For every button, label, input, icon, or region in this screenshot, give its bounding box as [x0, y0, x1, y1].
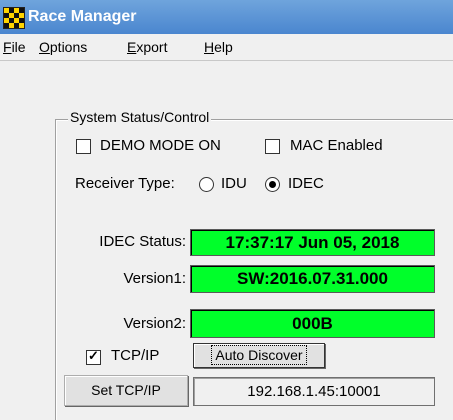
tcpip-label[interactable]: TCP/IP [111, 347, 159, 364]
menu-export-hotkey: E [127, 39, 137, 55]
ip-address-field[interactable]: 192.168.1.45:10001 [193, 377, 435, 406]
menu-export-rest: xport [136, 39, 168, 55]
receiver-type-label: Receiver Type: [75, 175, 175, 192]
idec-status-display: 17:37:17 Jun 05, 2018 [190, 229, 435, 256]
menu-export[interactable]: Export [127, 39, 167, 55]
mac-enabled-label[interactable]: MAC Enabled [290, 137, 383, 154]
version2-value: 000B [292, 314, 333, 333]
title-bar[interactable]: Race Manager [0, 0, 453, 34]
menu-help-hotkey: H [204, 39, 215, 55]
auto-discover-label: Auto Discover [211, 345, 307, 365]
idec-status-label: IDEC Status: [99, 233, 186, 250]
set-tcpip-button[interactable]: Set TCP/IP [64, 375, 188, 406]
menu-bar: File Options Export Help [0, 34, 453, 61]
set-tcpip-label: Set TCP/IP [91, 382, 161, 398]
app-icon [3, 7, 25, 29]
ip-address-value: 192.168.1.45:10001 [247, 383, 381, 400]
demo-mode-label[interactable]: DEMO MODE ON [100, 137, 221, 154]
version1-value: SW:2016.07.31.000 [237, 269, 388, 288]
version1-display: SW:2016.07.31.000 [190, 265, 435, 293]
radio-idu[interactable] [199, 177, 214, 192]
version2-label: Version2: [123, 315, 186, 332]
window-title: Race Manager [28, 8, 137, 25]
group-legend: System Status/Control [68, 109, 212, 125]
radio-idec-selected-dot [269, 181, 276, 188]
menu-file-rest: ile [11, 39, 26, 55]
menu-options-hotkey: O [39, 39, 50, 55]
radio-idu-label[interactable]: IDU [221, 175, 247, 192]
radio-idec[interactable] [265, 177, 280, 192]
menu-file[interactable]: File [3, 39, 26, 55]
menu-options-rest: ptions [49, 39, 88, 55]
tcpip-check-mark-icon: ✓ [88, 348, 99, 363]
menu-options[interactable]: Options [39, 39, 87, 55]
menu-file-hotkey: F [3, 39, 12, 55]
auto-discover-button[interactable]: Auto Discover [193, 343, 325, 368]
demo-mode-checkbox[interactable] [76, 139, 91, 154]
menu-help[interactable]: Help [204, 39, 233, 55]
version2-display: 000B [190, 309, 435, 338]
tcpip-checkbox[interactable]: ✓ [86, 348, 101, 365]
idec-status-value: 17:37:17 Jun 05, 2018 [225, 233, 400, 252]
version1-label: Version1: [123, 270, 186, 287]
mac-enabled-checkbox[interactable] [265, 139, 280, 154]
radio-idec-label[interactable]: IDEC [288, 175, 324, 192]
menu-help-rest: elp [214, 39, 233, 55]
